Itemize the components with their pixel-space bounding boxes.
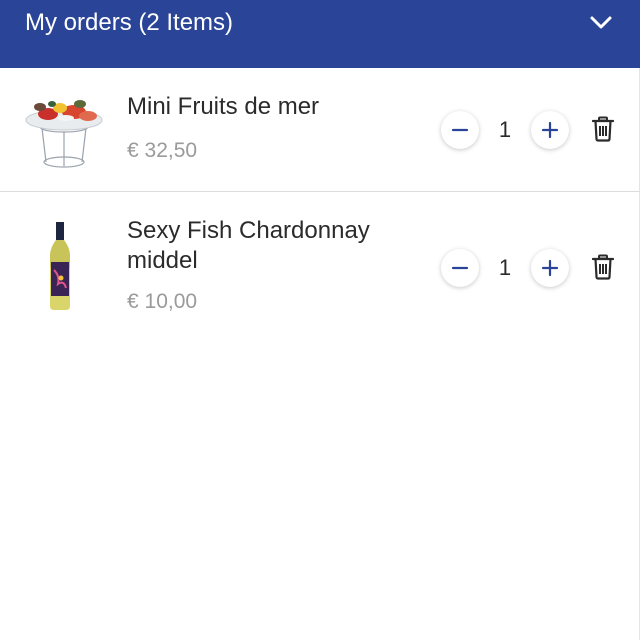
- plus-icon: [541, 121, 559, 139]
- delete-item-button[interactable]: [590, 115, 616, 143]
- decrease-quantity-button[interactable]: [441, 111, 479, 149]
- orders-list: Mini Fruits de mer € 32,50 1 Sexy Fish C…: [0, 68, 640, 640]
- increase-quantity-button[interactable]: [531, 249, 569, 287]
- order-item: Mini Fruits de mer € 32,50 1: [0, 68, 640, 192]
- item-price: € 10,00: [127, 290, 198, 313]
- decrease-quantity-button[interactable]: [441, 249, 479, 287]
- item-name: Sexy Fish Chardonnay middel: [127, 217, 370, 274]
- quantity-stepper: 1: [441, 110, 569, 150]
- increase-quantity-button[interactable]: [531, 111, 569, 149]
- delete-item-button[interactable]: [590, 253, 616, 281]
- orders-title: My orders (2 Items): [25, 9, 234, 36]
- quantity-value: 1: [498, 255, 512, 280]
- chevron-down-icon[interactable]: [586, 8, 616, 38]
- orders-header[interactable]: My orders (2 Items): [0, 0, 640, 68]
- seafood-platter-image: [22, 90, 106, 172]
- wine-bottle-image: [36, 218, 84, 314]
- item-name: Mini Fruits de mer: [127, 93, 320, 120]
- order-item: Sexy Fish Chardonnay middel € 10,00 1: [0, 192, 640, 342]
- trash-icon: [592, 116, 614, 142]
- item-price: € 32,50: [127, 139, 198, 162]
- quantity-stepper: 1: [441, 248, 569, 288]
- quantity-value: 1: [498, 117, 512, 142]
- trash-icon: [592, 254, 614, 280]
- plus-icon: [541, 259, 559, 277]
- minus-icon: [451, 128, 469, 132]
- minus-icon: [451, 266, 469, 270]
